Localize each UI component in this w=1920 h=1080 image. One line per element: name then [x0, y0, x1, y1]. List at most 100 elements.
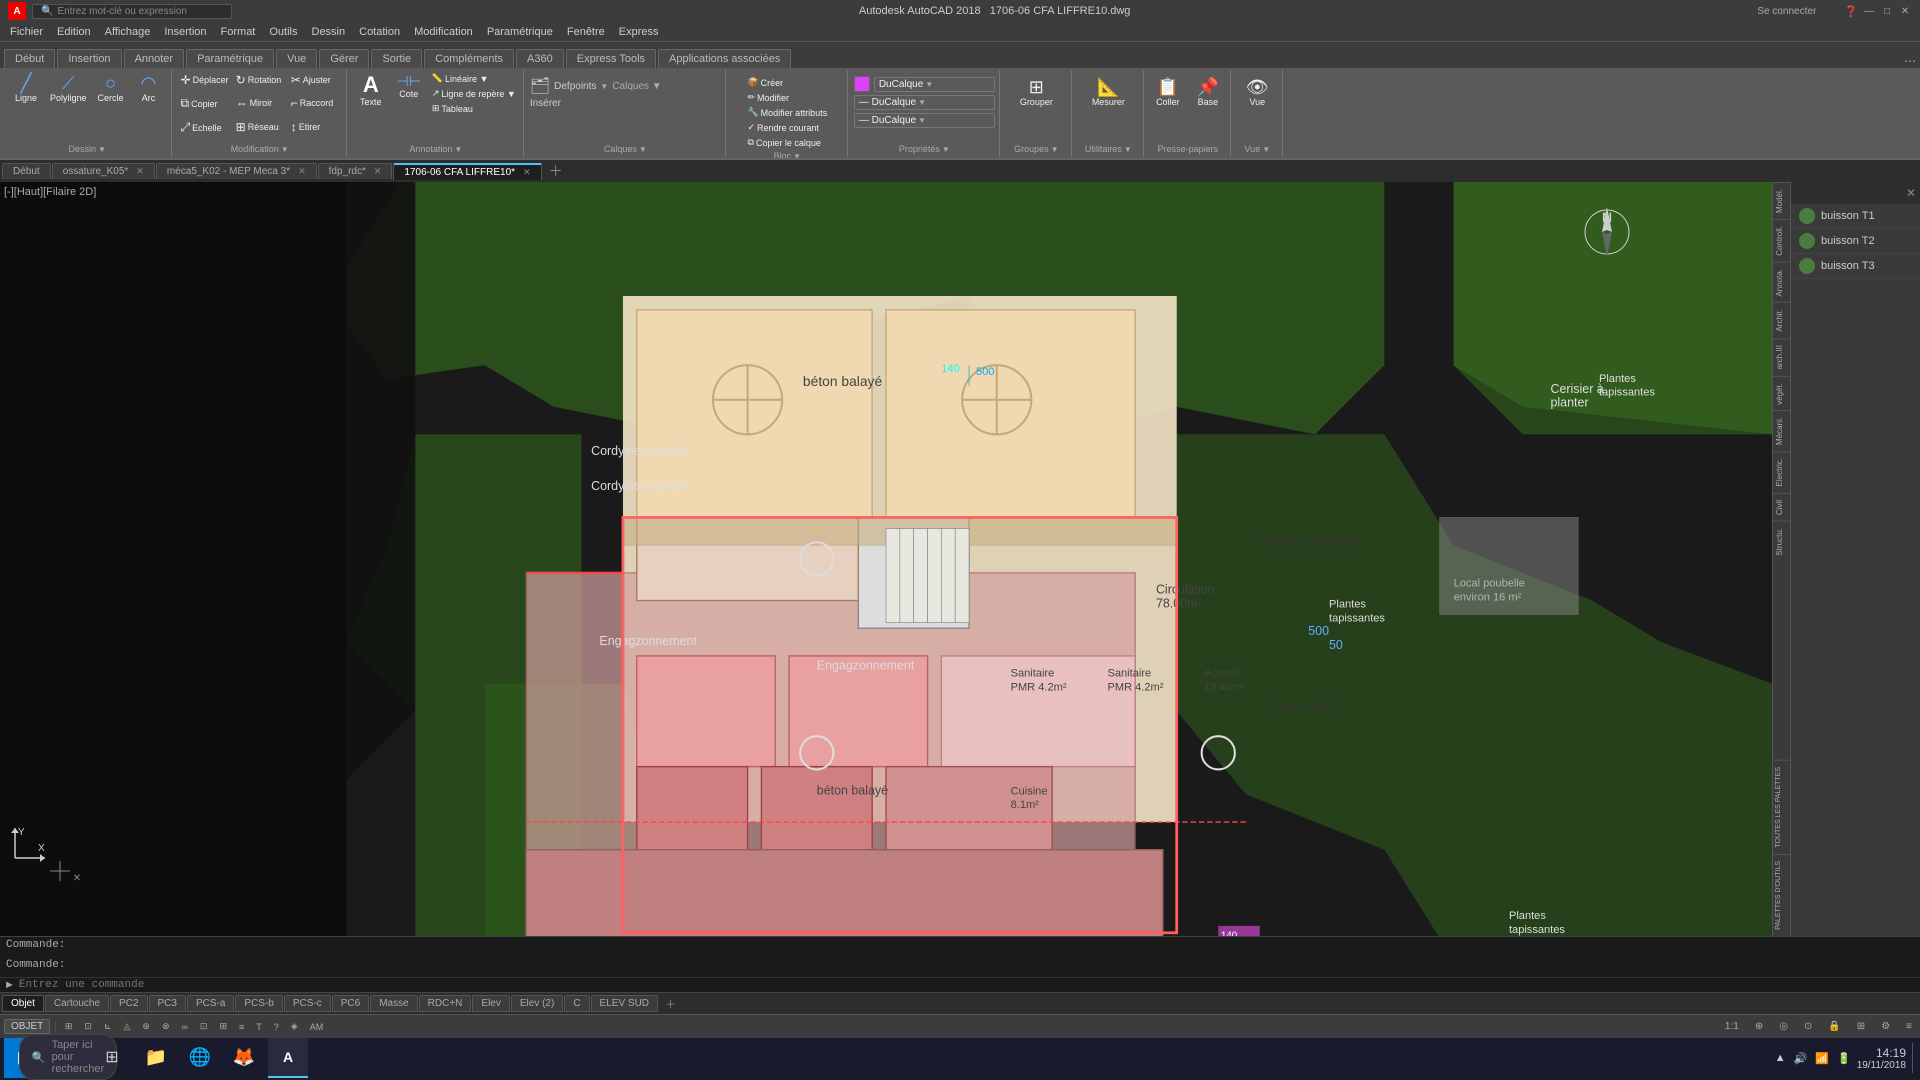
- btn-polyligne[interactable]: ⟋ Polyligne: [46, 72, 91, 105]
- side-tab-arch3[interactable]: arch.III: [1773, 338, 1790, 375]
- layout-tab-pcs-a[interactable]: PCS-a: [187, 995, 234, 1012]
- layout-tab-elev-2[interactable]: Elev (2): [511, 995, 563, 1012]
- drawing-canvas[interactable]: béton balayé Cordylne australé Cordylne …: [0, 182, 1772, 936]
- btn-reseau[interactable]: ⊞Réseau: [233, 119, 287, 135]
- btn-vue[interactable]: 👁 Vue: [1239, 76, 1275, 109]
- btn-coller[interactable]: 📋 Coller: [1150, 76, 1186, 109]
- color-dropdown[interactable]: DuCalque ▼: [874, 77, 995, 92]
- tab-meca[interactable]: méca5_K02 - MEP Meca 3* ✕: [156, 163, 317, 179]
- status-grid-icon[interactable]: ⊡: [80, 1020, 96, 1033]
- tab-sortie[interactable]: Sortie: [371, 49, 422, 68]
- status-icons-2[interactable]: ◎: [1775, 1020, 1792, 1033]
- btn-base[interactable]: 📌 Base: [1190, 76, 1226, 109]
- modification-dropdown-icon[interactable]: ▼: [281, 145, 289, 154]
- status-3dosnap[interactable]: ⊗: [158, 1020, 174, 1033]
- taskbar-firefox[interactable]: 🦊: [224, 1038, 264, 1078]
- status-scale[interactable]: 1:1: [1721, 1020, 1743, 1033]
- status-icons-3[interactable]: ⊙: [1800, 1020, 1816, 1033]
- btn-ligne-repere[interactable]: ↗Ligne de repère ▼: [429, 87, 519, 100]
- tray-icon-up[interactable]: ▲: [1775, 1052, 1786, 1064]
- insérer-btn[interactable]: Insérer: [530, 98, 561, 109]
- close-tab-meca[interactable]: ✕: [298, 166, 306, 177]
- taskbar-search[interactable]: 🔍 Taper ici pour rechercher: [48, 1038, 88, 1078]
- close-tab-ossature[interactable]: ✕: [136, 166, 144, 177]
- menu-cotation[interactable]: Cotation: [353, 25, 406, 39]
- btn-lineaire[interactable]: 📏Linéaire ▼: [429, 72, 519, 85]
- layout-tab-cartouche[interactable]: Cartouche: [45, 995, 109, 1012]
- tab-insertion[interactable]: Insertion: [57, 49, 121, 68]
- menu-modification[interactable]: Modification: [408, 25, 479, 39]
- layout-tab-pc3[interactable]: PC3: [149, 995, 186, 1012]
- btn-deplacer[interactable]: ✛Déplacer: [178, 72, 232, 88]
- btn-creer[interactable]: 📦Créer: [744, 76, 830, 89]
- tab-cfa[interactable]: 1706-06 CFA LIFFRE10* ✕: [393, 163, 541, 180]
- panel-item-buisson-t1[interactable]: buisson T1: [1791, 204, 1920, 229]
- status-menu[interactable]: ≡: [1902, 1020, 1916, 1033]
- command-input[interactable]: [19, 979, 1916, 991]
- status-icons-1[interactable]: ⊕: [1751, 1020, 1767, 1033]
- btn-modifier-attributs[interactable]: 🔧Modifier attributs: [744, 106, 830, 119]
- search-box[interactable]: 🔍 Entrez mot-clé ou expression: [32, 4, 232, 19]
- tab-annoter[interactable]: Annoter: [124, 49, 185, 68]
- side-tab-mecani[interactable]: Mécani.: [1773, 410, 1790, 451]
- menu-format[interactable]: Format: [215, 25, 262, 39]
- btn-cote[interactable]: ⊣⊢ Cote: [391, 72, 427, 101]
- help-icon[interactable]: ❓: [1844, 5, 1858, 18]
- menu-fenetre[interactable]: Fenêtre: [561, 25, 611, 39]
- side-tab-toutes[interactable]: TOUTES LES PALETTES: [1773, 760, 1790, 854]
- btn-arc[interactable]: ◠ Arc: [131, 72, 167, 105]
- taskbar-files[interactable]: 📁: [136, 1038, 176, 1078]
- layout-tab-c[interactable]: C: [564, 995, 589, 1012]
- calques-dropdown-icon[interactable]: ▼: [639, 145, 647, 154]
- status-tpy[interactable]: T: [252, 1021, 266, 1033]
- side-tab-modele[interactable]: Modèl.: [1773, 182, 1790, 219]
- menu-dessin[interactable]: Dessin: [306, 25, 352, 39]
- bloc-dropdown-icon[interactable]: ▼: [793, 152, 801, 159]
- tray-battery[interactable]: 🔋: [1837, 1052, 1851, 1065]
- panel-close-btn[interactable]: ✕: [1906, 186, 1916, 200]
- status-otrack[interactable]: ∞: [178, 1021, 192, 1033]
- status-icons-4[interactable]: 🔒: [1824, 1020, 1844, 1033]
- status-icons-5[interactable]: ⊞: [1853, 1020, 1869, 1033]
- tab-gerer[interactable]: Gérer: [319, 49, 369, 68]
- panel-item-buisson-t2[interactable]: buisson T2: [1791, 229, 1920, 254]
- status-dyn[interactable]: ⊞: [215, 1020, 231, 1033]
- tray-network[interactable]: 📶: [1815, 1052, 1829, 1065]
- side-tab-electric[interactable]: Electric.: [1773, 451, 1790, 492]
- calques-btn[interactable]: Calques ▼: [612, 81, 661, 92]
- btn-miroir[interactable]: ⇔Miroir: [233, 95, 287, 111]
- groupes-dropdown-icon[interactable]: ▼: [1051, 145, 1059, 154]
- minimize-btn[interactable]: —: [1862, 4, 1876, 18]
- tab-parametrique[interactable]: Paramétrique: [186, 49, 274, 68]
- add-layout-btn[interactable]: ＋: [659, 994, 682, 1014]
- status-objet[interactable]: OBJET: [4, 1019, 50, 1034]
- tab-a360[interactable]: A360: [516, 49, 564, 68]
- btn-etirer[interactable]: ↕Etirer: [288, 119, 342, 135]
- menu-outils[interactable]: Outils: [263, 25, 303, 39]
- layout-tab-pc6[interactable]: PC6: [332, 995, 369, 1012]
- tray-sound[interactable]: 🔊: [1794, 1052, 1808, 1065]
- btn-ligne[interactable]: ╱ Ligne: [8, 72, 44, 105]
- status-lw[interactable]: ≡: [235, 1021, 248, 1033]
- btn-ajuster[interactable]: ✂Ajuster: [288, 72, 342, 88]
- status-gear[interactable]: ⚙: [1877, 1020, 1894, 1033]
- status-polar[interactable]: ◬: [119, 1020, 134, 1033]
- status-ortho[interactable]: ⊾: [100, 1020, 116, 1033]
- close-crosshair[interactable]: ✕: [73, 873, 81, 884]
- proprietes-dropdown-icon[interactable]: ▼: [942, 145, 950, 154]
- btn-copier-calque[interactable]: ⧉Copier le calque: [744, 136, 830, 149]
- layout-tab-elev-sud[interactable]: ELEV SUD: [591, 995, 658, 1012]
- side-tab-civil[interactable]: Civil: [1773, 493, 1790, 521]
- btn-grouper[interactable]: ⊞ Grouper: [1016, 76, 1057, 109]
- layout-tab-pcs-c[interactable]: PCS-c: [284, 995, 331, 1012]
- tab-vue[interactable]: Vue: [276, 49, 317, 68]
- btn-cercle[interactable]: ○ Cercle: [93, 72, 129, 105]
- status-osnap[interactable]: ⊕: [138, 1020, 154, 1033]
- status-qp[interactable]: ?: [270, 1021, 283, 1033]
- linetype-dropdown[interactable]: — DuCalque ▼: [854, 113, 995, 128]
- maximize-btn[interactable]: □: [1880, 4, 1894, 18]
- tab-debut[interactable]: Début: [4, 49, 55, 68]
- status-snap[interactable]: ⊞: [61, 1020, 77, 1033]
- layout-tab-elev[interactable]: Elev: [472, 995, 509, 1012]
- layout-tab-pcs-b[interactable]: PCS-b: [235, 995, 282, 1012]
